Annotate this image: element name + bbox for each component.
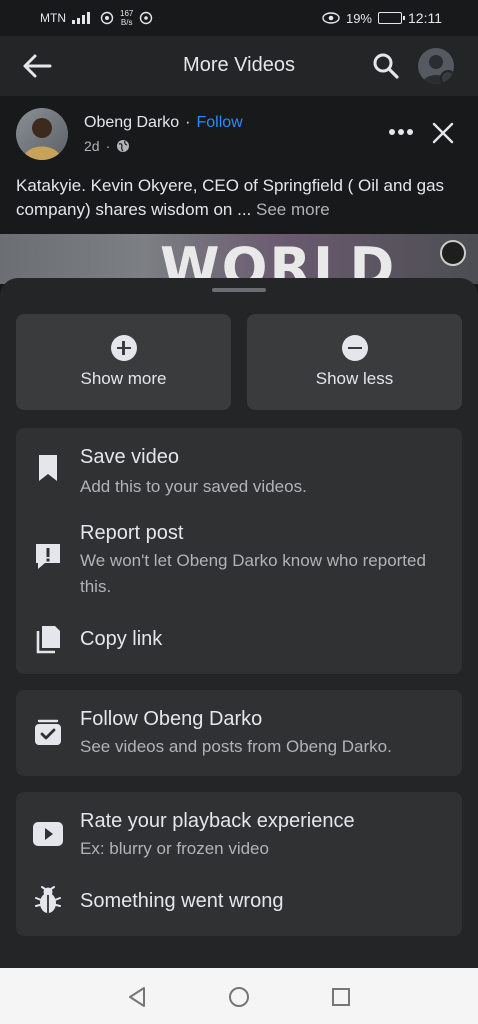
options-group-feedback: Rate your playback experience Ex: blurry… (16, 792, 462, 936)
show-more-label: Show more (80, 369, 167, 388)
save-video-subtitle: Add this to your saved videos. (80, 477, 307, 496)
rate-playback-subtitle: Ex: blurry or frozen video (80, 839, 269, 858)
rate-playback-item[interactable]: Rate your playback experience Ex: blurry… (16, 792, 462, 868)
follow-feed-icon (32, 716, 64, 748)
show-more-button[interactable]: Show more (16, 314, 231, 410)
meta-separator: · (105, 138, 111, 154)
globe-icon (117, 140, 130, 152)
plus-circle-icon (110, 335, 137, 361)
hotspot-icon (100, 11, 114, 25)
post-time: 2d (84, 138, 100, 154)
network-speed: 167 B/s (120, 9, 134, 27)
save-video-item[interactable]: Save video Add this to your saved videos… (16, 428, 462, 502)
recents-square-icon[interactable] (330, 986, 352, 1008)
page-title: More Videos (183, 54, 295, 76)
battery-percent: 19% (345, 10, 372, 26)
report-post-item[interactable]: Report post We won't let Obeng Darko kno… (16, 512, 462, 604)
back-triangle-icon[interactable] (126, 986, 148, 1008)
follow-author-subtitle: See videos and posts from Obeng Darko. (80, 737, 392, 756)
report-post-title: Report post (80, 522, 184, 544)
app-bar: More Videos (0, 36, 478, 96)
options-group-primary: Save video Add this to your saved videos… (16, 428, 462, 674)
more-dots-icon[interactable] (388, 122, 414, 142)
system-nav-bar (0, 968, 478, 1024)
save-video-title: Save video (80, 446, 179, 468)
report-post-subtitle: We won't let Obeng Darko know who report… (80, 551, 426, 596)
chevron-down-icon (440, 70, 454, 84)
show-less-button[interactable]: Show less (247, 314, 462, 410)
whatsapp-icon (140, 11, 153, 25)
battery-icon (378, 12, 405, 24)
status-bar: MTN 167 B/s 19% 12:11 (0, 0, 478, 36)
close-icon[interactable] (430, 120, 456, 146)
video-play-icon (32, 818, 64, 850)
report-icon (32, 540, 64, 572)
bookmark-icon (32, 452, 64, 484)
copy-link-item[interactable]: Copy link (16, 618, 462, 668)
show-less-label: Show less (315, 369, 394, 388)
drag-handle[interactable] (212, 288, 266, 292)
copy-icon (32, 623, 64, 655)
video-thumbnail[interactable]: WORLD (0, 234, 478, 284)
author-avatar[interactable] (16, 108, 68, 160)
follow-author-title: Follow Obeng Darko (80, 708, 263, 730)
signal-icon (72, 12, 90, 24)
home-circle-icon[interactable] (228, 986, 250, 1008)
post-caption: Katakyie. Kevin Okyere, CEO of Springfie… (16, 176, 445, 219)
rate-playback-title: Rate your playback experience (80, 810, 355, 832)
copy-link-title: Copy link (80, 628, 163, 650)
options-group-follow: Follow Obeng Darko See videos and posts … (16, 690, 462, 776)
something-wrong-title: Something went wrong (80, 890, 284, 912)
carrier-label: MTN (40, 11, 66, 25)
name-separator: · (185, 114, 191, 131)
video-text: WORLD (160, 236, 397, 284)
see-more-link[interactable]: See more (256, 200, 330, 219)
bug-icon (32, 884, 64, 916)
author-name[interactable]: Obeng Darko (84, 114, 179, 132)
options-sheet: Show more Show less Save video Add this … (0, 278, 478, 968)
clock: 12:11 (408, 10, 442, 26)
minus-circle-icon (341, 335, 368, 361)
video-post: Obeng Darko · Follow 2d · Katakyie. Kevi… (0, 96, 478, 286)
eye-icon (322, 12, 340, 24)
follow-link[interactable]: Follow (197, 114, 243, 132)
profile-avatar[interactable] (418, 48, 454, 84)
person-icon (22, 118, 62, 160)
something-wrong-item[interactable]: Something went wrong (16, 876, 462, 932)
search-icon[interactable] (372, 52, 400, 80)
channel-logo-icon (440, 240, 466, 266)
follow-author-item[interactable]: Follow Obeng Darko See videos and posts … (16, 690, 462, 776)
